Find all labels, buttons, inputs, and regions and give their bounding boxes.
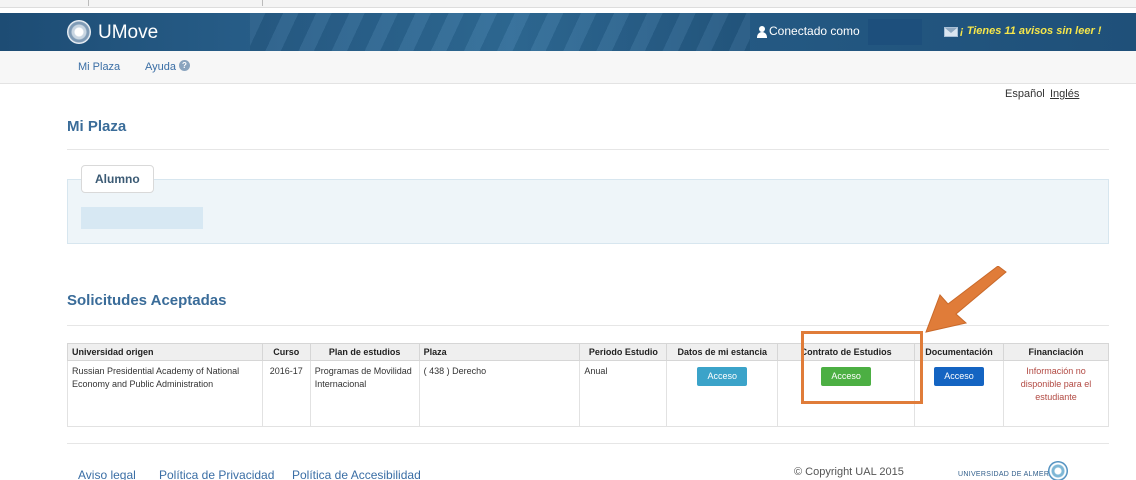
footer-link-accesibilidad[interactable]: Política de Accesibilidad	[292, 468, 421, 480]
cell-stay-data: Acceso	[666, 360, 779, 427]
strip-tick	[88, 0, 89, 6]
language-english-link[interactable]: Inglés	[1050, 88, 1079, 100]
highlight-box	[801, 331, 923, 404]
cell-documentation: Acceso	[914, 360, 1004, 427]
col-curso: Curso	[261, 343, 311, 361]
help-icon[interactable]: ?	[179, 60, 190, 71]
unread-notices-link[interactable]: ¡ Tienes 11 avisos sin leer !	[960, 25, 1101, 37]
col-periodo-estudio: Periodo Estudio	[579, 343, 668, 361]
header-texture	[250, 13, 750, 51]
divider	[67, 149, 1109, 150]
ual-logo-icon	[1048, 461, 1068, 480]
username-redacted	[868, 19, 922, 45]
cell-period: Anual	[579, 360, 668, 427]
arrow-icon	[925, 266, 1007, 333]
cell-plaza: ( 438 ) Derecho	[418, 360, 581, 427]
copyright: © Copyright UAL 2015	[794, 466, 904, 478]
student-name-redacted	[81, 207, 203, 229]
accepted-applications-table: Universidad origen Curso Plan de estudio…	[67, 343, 1109, 427]
university-name: UNIVERSIDAD DE ALMERÍA	[958, 471, 1057, 478]
section-title: Solicitudes Aceptadas	[67, 292, 227, 309]
mail-icon[interactable]	[944, 27, 958, 37]
col-documentacion: Documentación	[914, 343, 1004, 361]
cell-course: 2016-17	[261, 360, 311, 427]
col-datos-estancia: Datos de mi estancia	[666, 343, 779, 361]
language-current[interactable]: Español	[1005, 88, 1045, 100]
table-row: Russian Presidential Academy of National…	[67, 360, 1109, 427]
browser-top-strip	[0, 0, 1136, 8]
site-header: UMove Conectado como ¡ Tienes 11 avisos …	[0, 13, 1136, 51]
stay-access-button[interactable]: Acceso	[697, 367, 747, 386]
brand-title[interactable]: UMove	[98, 22, 158, 44]
cell-financing: Información no disponible para el estudi…	[1003, 360, 1109, 427]
page-title: Mi Plaza	[67, 118, 127, 135]
student-panel	[67, 179, 1109, 244]
divider	[67, 443, 1109, 444]
connected-as-label: Conectado como	[769, 24, 860, 38]
footer-link-privacidad[interactable]: Política de Privacidad	[159, 468, 274, 480]
cell-university: Russian Presidential Academy of National…	[67, 360, 263, 427]
main-nav: Mi Plaza Ayuda ?	[0, 51, 1136, 84]
strip-tick	[262, 0, 263, 6]
student-tab-label: Alumno	[95, 172, 140, 186]
cell-plan: Programas de Movilidad Internacional	[309, 360, 420, 427]
col-financiacion: Financiación	[1003, 343, 1109, 361]
col-plan-estudios: Plan de estudios	[309, 343, 420, 361]
footer-link-aviso-legal[interactable]: Aviso legal	[78, 468, 136, 480]
col-universidad-origen: Universidad origen	[67, 343, 263, 361]
logo-icon[interactable]	[67, 20, 91, 44]
col-plaza: Plaza	[418, 343, 581, 361]
nav-item-ayuda[interactable]: Ayuda	[145, 61, 176, 73]
nav-item-mi-plaza[interactable]: Mi Plaza	[78, 61, 120, 73]
documentation-access-button[interactable]: Acceso	[934, 367, 984, 386]
user-icon	[757, 26, 767, 38]
